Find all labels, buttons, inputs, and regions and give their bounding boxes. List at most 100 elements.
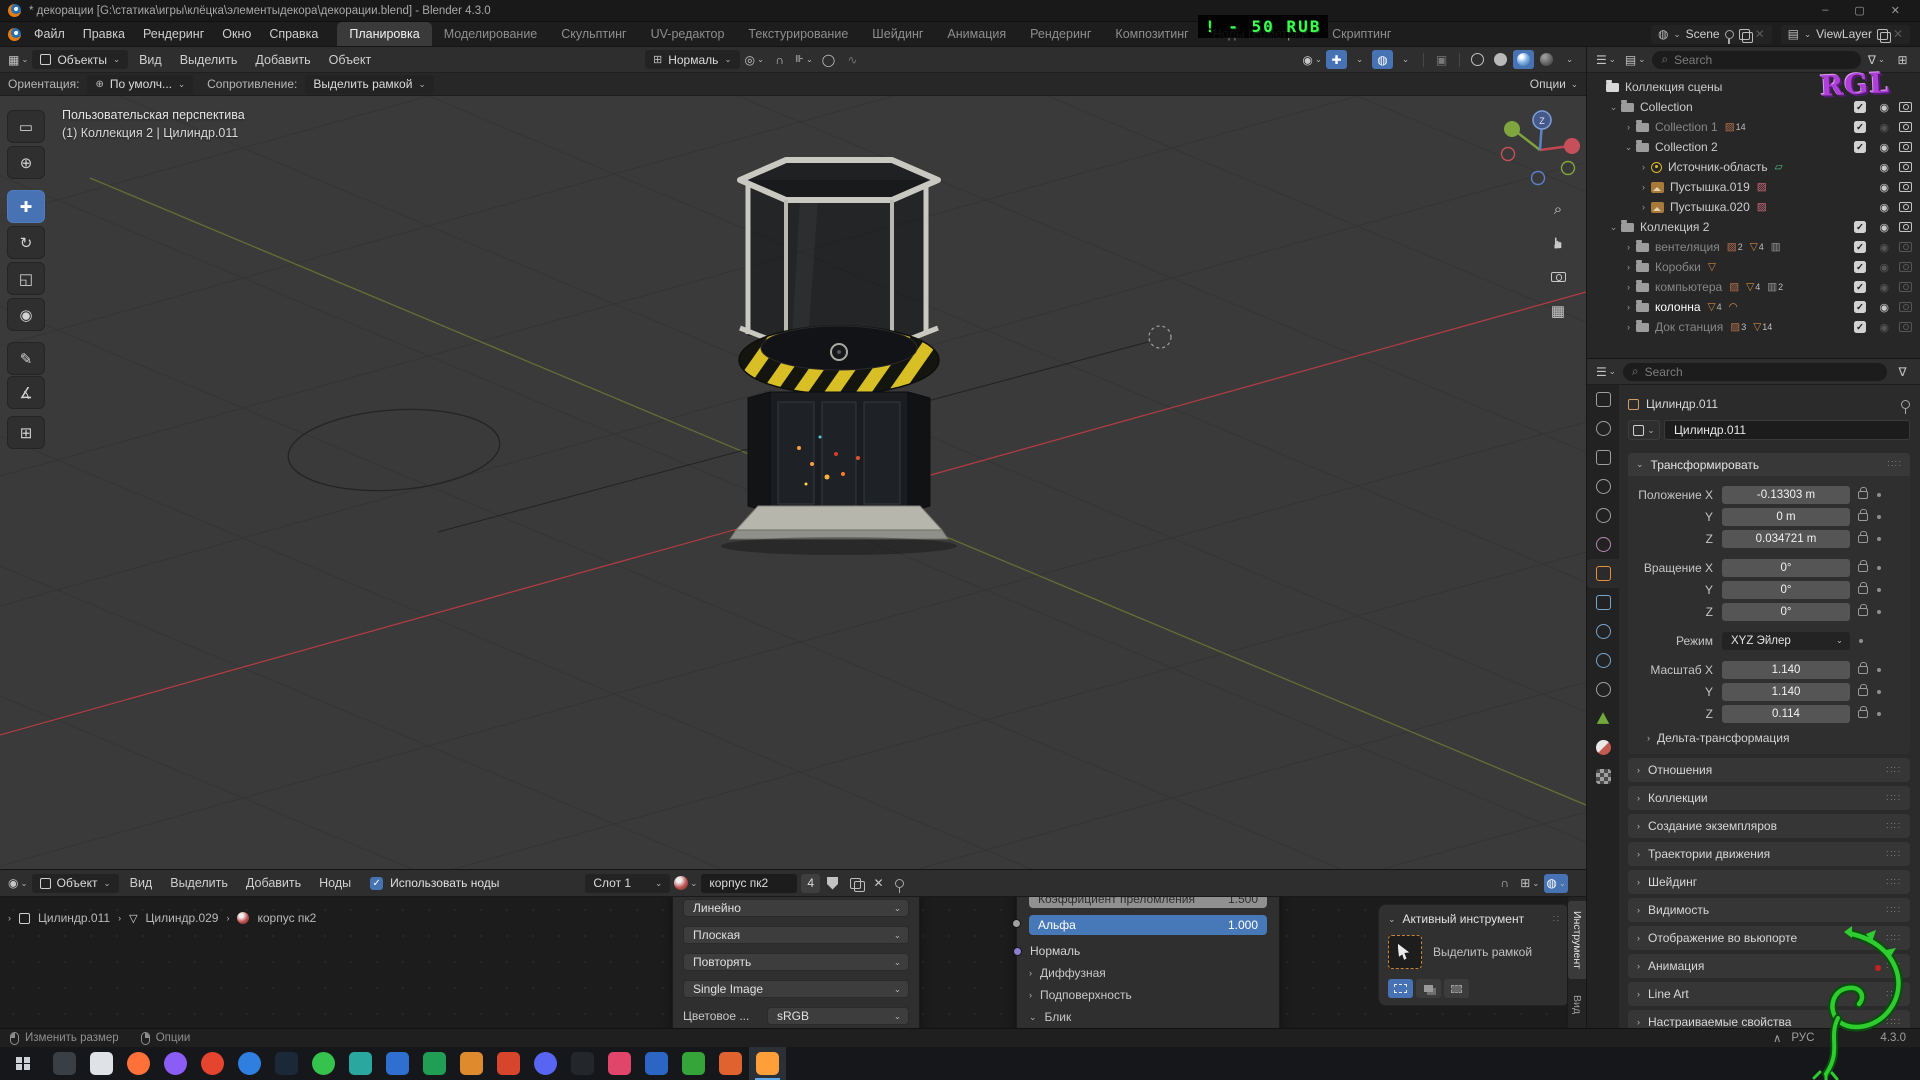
topbar-menu[interactable]: Файл (25, 22, 74, 46)
close-button[interactable]: ✕ (1891, 4, 1900, 17)
topbar-menu[interactable]: Рендеринг (134, 22, 213, 46)
hide-eye-icon[interactable]: ◉ (1879, 301, 1889, 314)
exclude-checkbox[interactable]: ✓ (1854, 241, 1866, 253)
workspace-tab[interactable]: Текстурирование (736, 22, 860, 46)
animate-dot-icon[interactable] (1877, 566, 1881, 570)
shader-menu[interactable]: Вид (121, 876, 162, 890)
workspace-tab[interactable]: UV-редактор (639, 22, 737, 46)
material-browse-button[interactable]: ⌄ (672, 874, 699, 893)
lock-icon[interactable] (1858, 666, 1868, 674)
lock-icon[interactable] (1858, 710, 1868, 718)
snap-target-button[interactable]: ⊪⌄ (793, 50, 815, 69)
taskbar-app-19-icon[interactable] (712, 1047, 749, 1080)
zoom-tool-icon[interactable]: ⌕ (1544, 196, 1572, 222)
exclude-checkbox[interactable]: ✓ (1854, 321, 1866, 333)
properties-panel[interactable]: ›Создание экземпляров∷∷ (1628, 814, 1910, 838)
hide-eye-icon[interactable]: ◉ (1879, 121, 1889, 134)
overlays-toggle-button[interactable]: ◍ (1372, 50, 1393, 69)
select-mode-new-button[interactable] (1388, 979, 1413, 998)
exclude-checkbox[interactable]: ✓ (1854, 221, 1866, 233)
shader-menu[interactable]: Ноды (310, 876, 360, 890)
taskbar-app-5-icon[interactable] (194, 1047, 231, 1080)
lock-icon[interactable] (1858, 491, 1868, 499)
shading-material-button[interactable] (1513, 50, 1534, 69)
new-material-button[interactable] (845, 874, 866, 893)
properties-tab-world[interactable] (1587, 530, 1619, 559)
viewlayer-selector[interactable]: ▤ ⌄ ViewLayer ✕ (1781, 25, 1910, 44)
transform-value-field[interactable]: 0° (1722, 581, 1850, 599)
shader-editor-type-button[interactable]: ◉⌄ (6, 874, 30, 893)
render-camera-icon[interactable] (1899, 122, 1912, 132)
tool-cursor[interactable]: ⊕ (7, 146, 45, 179)
properties-panel[interactable]: ›Видимость∷∷ (1628, 898, 1910, 922)
properties-tab-modifiers[interactable] (1587, 588, 1619, 617)
hide-eye-icon[interactable]: ◉ (1879, 241, 1889, 254)
outliner-row[interactable]: ›компьютера▨▽4▥2✓◉ (1587, 277, 1920, 297)
properties-tab-data[interactable] (1587, 704, 1619, 733)
view3d-menu[interactable]: Вид (130, 53, 171, 67)
animate-dot-icon[interactable] (1877, 690, 1881, 694)
expand-icon[interactable]: › (1636, 202, 1651, 212)
outliner-row[interactable]: ›колонна▽4◠✓◉ (1587, 297, 1920, 317)
exclude-checkbox[interactable]: ✓ (1854, 141, 1866, 153)
colorspace-dropdown[interactable]: sRGB⌄ (767, 1007, 909, 1025)
taskbar-app-9-icon[interactable] (342, 1047, 379, 1080)
pin-icon[interactable] (1725, 30, 1734, 39)
editor-type-button[interactable]: ▦⌄ (6, 50, 30, 69)
hide-eye-icon[interactable]: ◉ (1879, 321, 1889, 334)
animate-dot-icon[interactable] (1877, 588, 1881, 592)
navigation-gizmo[interactable]: Z (1492, 104, 1586, 200)
pin-icon[interactable] (1901, 400, 1910, 409)
taskbar-app-15-icon[interactable] (564, 1047, 601, 1080)
taskbar-app-18-icon[interactable] (675, 1047, 712, 1080)
properties-filter-button[interactable]: ∇ (1892, 362, 1913, 381)
transform-value-field[interactable]: 0° (1722, 603, 1850, 621)
maximize-button[interactable]: ▢ (1854, 4, 1864, 17)
object-name-field[interactable]: Цилиндр.011 (1664, 420, 1910, 440)
transform-value-field[interactable]: 1.140 (1722, 661, 1850, 679)
alpha-slider[interactable]: Альфа 1.000 (1029, 915, 1267, 935)
bsdf-section[interactable]: ⌄Блик (1029, 1010, 1267, 1024)
topbar-menu[interactable]: Справка (260, 22, 327, 46)
tool-annotate[interactable]: ✎ (7, 342, 45, 375)
transform-value-field[interactable]: 0.114 (1722, 705, 1850, 723)
outliner-row[interactable]: ›Док станция▨3▽14✓◉ (1587, 317, 1920, 337)
exclude-checkbox[interactable]: ✓ (1854, 261, 1866, 273)
expand-icon[interactable]: ⌄ (1606, 222, 1621, 233)
transform-value-field[interactable]: 0.034721 m (1722, 530, 1850, 548)
workspace-tab[interactable]: Анимация (935, 22, 1018, 46)
bsdf-section[interactable]: ›Подповерхность (1029, 988, 1267, 1002)
shader-type-dropdown[interactable]: Объект ⌄ (32, 874, 119, 893)
outliner-row[interactable]: ›Коробки▽✓◉ (1587, 257, 1920, 277)
hide-eye-icon[interactable]: ◉ (1879, 201, 1889, 214)
expand-icon[interactable]: › (1621, 242, 1636, 252)
select-mode-extend-button[interactable] (1416, 979, 1441, 998)
shading-wireframe-button[interactable] (1467, 50, 1488, 69)
outliner-search-input[interactable]: ⌕ Search (1652, 51, 1860, 69)
workspace-tab[interactable]: Композитинг (1103, 22, 1200, 46)
select-box-tool-button[interactable] (1388, 935, 1422, 969)
properties-search-input[interactable]: ⌕ Search (1623, 363, 1887, 381)
overlay-toggle-button[interactable]: ◍⌄ (1544, 874, 1568, 893)
tray-chevron-icon[interactable]: ∧ (1773, 1031, 1781, 1045)
topbar-menu[interactable]: Окно (213, 22, 260, 46)
expand-icon[interactable]: › (1621, 302, 1636, 312)
copy-icon[interactable] (1739, 29, 1750, 40)
taskbar-app-10-icon[interactable] (379, 1047, 416, 1080)
lock-icon[interactable] (1858, 688, 1868, 696)
properties-tab-material[interactable] (1587, 733, 1619, 762)
properties-tab-output[interactable] (1587, 443, 1619, 472)
transform-value-field[interactable]: -0.13303 m (1722, 486, 1850, 504)
hide-eye-icon[interactable]: ◉ (1879, 161, 1889, 174)
workspace-tab[interactable]: Рендеринг (1018, 22, 1103, 46)
exclude-checkbox[interactable]: ✓ (1854, 121, 1866, 133)
workspace-tab[interactable]: Шейдинг (860, 22, 935, 46)
animate-dot-icon[interactable] (1877, 537, 1881, 541)
expand-icon[interactable]: ⌄ (1621, 142, 1636, 153)
render-camera-icon[interactable] (1899, 282, 1912, 292)
breadcrumb-material[interactable]: корпус пк2 (257, 911, 316, 925)
animate-dot-icon[interactable] (1877, 610, 1881, 614)
shading-rendered-button[interactable] (1536, 50, 1557, 69)
shading-solid-button[interactable] (1490, 50, 1511, 69)
view3d-menu[interactable]: Объект (320, 53, 381, 67)
